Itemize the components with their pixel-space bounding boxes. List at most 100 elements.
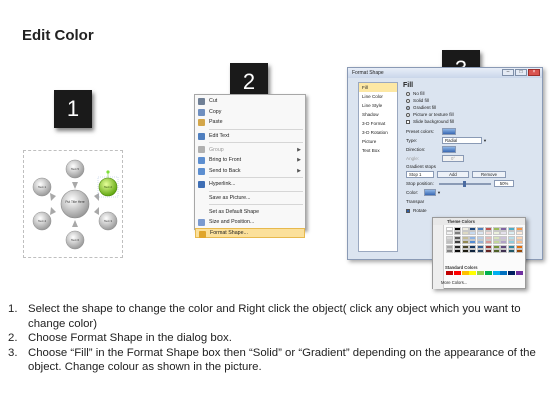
direction-dropdown[interactable] [442, 146, 456, 153]
theme-color-swatch[interactable] [469, 244, 477, 249]
menu-item-send-to-back[interactable]: Send to Back ▶ [195, 166, 305, 177]
theme-color-swatch[interactable] [453, 231, 461, 236]
type-dropdown[interactable]: Radial [442, 137, 482, 144]
no-fill-radio[interactable]: No fill [406, 90, 539, 97]
theme-color-swatch[interactable] [453, 235, 461, 240]
menu-item-size-and-position[interactable]: Size and Position... [195, 217, 305, 228]
stop-position-input[interactable]: 50% [494, 180, 514, 187]
standard-color-swatch[interactable] [469, 271, 477, 275]
theme-color-swatch[interactable] [508, 227, 516, 231]
theme-color-swatch[interactable] [516, 244, 524, 249]
theme-color-swatch[interactable] [492, 227, 500, 231]
theme-color-swatch[interactable] [453, 249, 461, 254]
theme-color-swatch[interactable] [484, 235, 492, 240]
theme-color-swatch[interactable] [484, 231, 492, 236]
theme-color-swatch[interactable] [492, 235, 500, 240]
theme-color-swatch[interactable] [508, 240, 516, 245]
standard-color-swatch[interactable] [461, 271, 469, 275]
theme-color-swatch[interactable] [500, 240, 508, 245]
theme-color-swatch[interactable] [484, 227, 492, 231]
diagram-center-node[interactable]: Put Title Here [60, 189, 90, 219]
add-stop-button[interactable]: Add [437, 171, 469, 178]
menu-item-save-as-picture[interactable]: Save as Picture... [195, 193, 305, 204]
standard-color-swatch[interactable] [500, 271, 508, 275]
standard-color-swatch[interactable] [477, 271, 485, 275]
theme-color-swatch[interactable] [461, 227, 469, 231]
category-shadow[interactable]: Shadow [359, 110, 397, 119]
cycle-diagram[interactable]: Put Title Here Text 5 Text 6 Text 1 Text… [20, 145, 130, 263]
picture-fill-radio[interactable]: Picture or texture fill [406, 111, 539, 118]
maximize-button[interactable]: □ [515, 69, 527, 76]
slider-thumb[interactable] [463, 180, 466, 187]
theme-color-swatch[interactable] [446, 240, 453, 245]
diagram-node-upper-left[interactable]: Text 1 [32, 177, 52, 197]
theme-color-swatch[interactable] [461, 231, 469, 236]
theme-color-swatch[interactable] [500, 235, 508, 240]
menu-item-edit-text[interactable]: Edit Text [195, 131, 305, 142]
theme-color-swatch[interactable] [477, 249, 485, 254]
diagram-node-bottom[interactable]: Text 6 [65, 230, 85, 250]
category-line-style[interactable]: Line Style [359, 101, 397, 110]
color-picker-button[interactable] [424, 189, 436, 196]
theme-color-swatch[interactable] [461, 240, 469, 245]
category-3d-rotation[interactable]: 3-D Rotation [359, 128, 397, 137]
diagram-node-top[interactable]: Text 5 [65, 159, 85, 179]
category-3d-format[interactable]: 3-D Format [359, 119, 397, 128]
theme-color-swatch[interactable] [484, 240, 492, 245]
category-fill[interactable]: Fill [359, 83, 397, 92]
remove-stop-button[interactable]: Remove [472, 171, 506, 178]
theme-color-swatch[interactable] [469, 231, 477, 236]
more-colors-link[interactable]: More Colors... [441, 280, 467, 285]
category-picture[interactable]: Picture [359, 137, 397, 146]
stop-dropdown[interactable]: Stop 1 [406, 171, 434, 178]
theme-color-swatch[interactable] [469, 227, 477, 231]
theme-color-swatch[interactable] [453, 244, 461, 249]
theme-color-swatch[interactable] [484, 244, 492, 249]
theme-color-swatch[interactable] [516, 235, 524, 240]
menu-item-copy[interactable]: Copy [195, 107, 305, 118]
theme-color-swatch[interactable] [469, 249, 477, 254]
theme-color-swatch[interactable] [453, 227, 461, 231]
theme-color-swatch[interactable] [508, 235, 516, 240]
theme-color-swatch[interactable] [492, 249, 500, 254]
theme-color-swatch[interactable] [469, 235, 477, 240]
standard-color-swatch[interactable] [492, 271, 500, 275]
menu-item-bring-to-front[interactable]: Bring to Front ▶ [195, 155, 305, 166]
standard-color-swatch[interactable] [484, 271, 492, 275]
rotate-checkbox[interactable] [406, 208, 410, 213]
stop-position-slider[interactable] [439, 180, 491, 187]
theme-color-swatch[interactable] [508, 244, 516, 249]
menu-item-hyperlink[interactable]: Hyperlink... [195, 179, 305, 190]
gradient-fill-radio[interactable]: Gradient fill [406, 104, 539, 111]
theme-color-swatch[interactable] [477, 240, 485, 245]
theme-color-swatch[interactable] [492, 231, 500, 236]
theme-color-swatch[interactable] [492, 240, 500, 245]
theme-color-swatch[interactable] [477, 231, 485, 236]
theme-color-swatch[interactable] [446, 249, 453, 254]
category-text-box[interactable]: Text Box [359, 146, 397, 155]
theme-color-swatch[interactable] [516, 231, 524, 236]
theme-color-swatch[interactable] [500, 244, 508, 249]
diagram-node-lower-left[interactable]: Text 4 [32, 211, 52, 231]
menu-item-paste[interactable]: Paste [195, 117, 305, 128]
theme-color-swatch[interactable] [461, 235, 469, 240]
solid-fill-radio[interactable]: Solid fill [406, 97, 539, 104]
category-line-color[interactable]: Line Color [359, 92, 397, 101]
dialog-titlebar[interactable]: Format Shape – □ × [348, 68, 542, 78]
slide-background-checkbox[interactable]: Slide background fill [406, 118, 539, 125]
theme-color-swatch[interactable] [508, 231, 516, 236]
theme-color-swatch[interactable] [469, 240, 477, 245]
diagram-node-upper-right-selected[interactable]: Text 2 [97, 170, 119, 198]
angle-input[interactable]: 0° [442, 155, 464, 162]
menu-item-group[interactable]: Group ▶ [195, 144, 305, 155]
theme-color-swatch[interactable] [492, 244, 500, 249]
theme-color-swatch[interactable] [446, 235, 453, 240]
standard-color-swatch[interactable] [446, 271, 453, 275]
theme-color-swatch[interactable] [477, 244, 485, 249]
minimize-button[interactable]: – [502, 69, 514, 76]
diagram-node-lower-right[interactable]: Text 3 [98, 211, 118, 231]
theme-color-swatch[interactable] [508, 249, 516, 254]
standard-color-swatch[interactable] [453, 271, 461, 275]
theme-color-swatch[interactable] [484, 249, 492, 254]
theme-color-swatch[interactable] [461, 244, 469, 249]
